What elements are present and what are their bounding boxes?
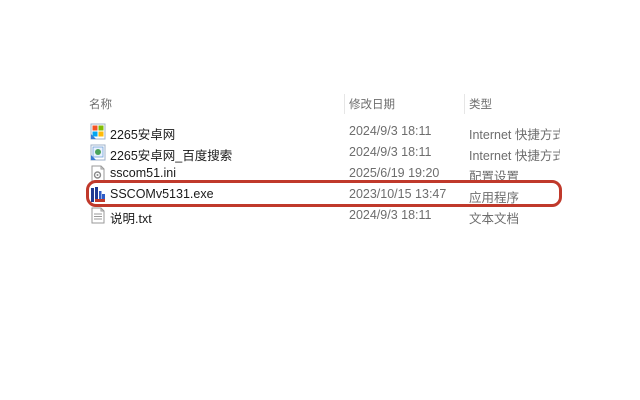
file-type: Internet 快捷方式 xyxy=(469,128,560,142)
column-header-bar: 名称 修改日期 类型 xyxy=(84,92,560,116)
file-name: 2265安卓网 xyxy=(110,128,176,142)
file-date: 2024/9/3 18:11 xyxy=(349,124,432,138)
file-type: 文本文档 xyxy=(469,212,520,226)
column-header-date[interactable]: 修改日期 xyxy=(349,96,395,112)
internet-shortcut-icon xyxy=(90,123,106,140)
file-explorer-view: 名称 修改日期 类型 2265安卓网 2024/9/3 18:11 Intern… xyxy=(0,0,640,400)
file-date: 2023/10/15 13:47 xyxy=(349,187,447,201)
text-file-icon xyxy=(90,207,106,224)
column-header-name[interactable]: 名称 xyxy=(89,96,112,112)
sscom-app-icon xyxy=(90,186,106,203)
file-row-sscom-ini[interactable]: sscom51.ini 2025/6/19 19:20 配置设置 xyxy=(84,163,560,184)
file-name: 2265安卓网_百度搜索 xyxy=(110,149,233,163)
file-row-2265-shortcut[interactable]: 2265安卓网 2024/9/3 18:11 Internet 快捷方式 xyxy=(84,121,560,142)
file-type: Internet 快捷方式 xyxy=(469,149,560,163)
internet-shortcut-icon xyxy=(90,144,106,161)
column-separator[interactable] xyxy=(464,94,465,114)
config-file-icon xyxy=(90,165,106,182)
file-list: 2265安卓网 2024/9/3 18:11 Internet 快捷方式 226… xyxy=(84,121,560,226)
file-row-2265-baidu-shortcut[interactable]: 2265安卓网_百度搜索 2024/9/3 18:11 Internet 快捷方… xyxy=(84,142,560,163)
file-type: 配置设置 xyxy=(469,170,520,184)
file-date: 2025/6/19 19:20 xyxy=(349,166,440,180)
file-name: SSCOMv5131.exe xyxy=(110,187,214,201)
file-date: 2024/9/3 18:11 xyxy=(349,145,432,159)
file-name: sscom51.ini xyxy=(110,166,176,180)
file-date: 2024/9/3 18:11 xyxy=(349,208,432,222)
file-row-sscom-exe[interactable]: SSCOMv5131.exe 2023/10/15 13:47 应用程序 xyxy=(84,184,560,205)
file-row-readme-txt[interactable]: 说明.txt 2024/9/3 18:11 文本文档 xyxy=(84,205,560,226)
file-type: 应用程序 xyxy=(469,191,520,205)
column-separator[interactable] xyxy=(344,94,345,114)
file-name: 说明.txt xyxy=(110,212,152,226)
column-header-type[interactable]: 类型 xyxy=(469,96,492,112)
